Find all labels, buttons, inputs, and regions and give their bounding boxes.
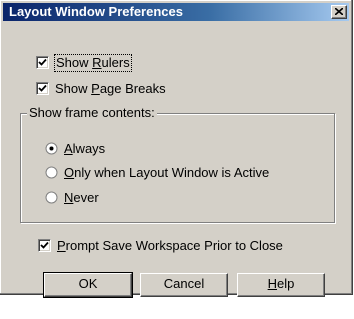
radio-never-label: Never [64, 190, 99, 205]
radio-always-row[interactable]: Always [45, 141, 305, 157]
prompt-save-label: Prompt Save Workspace Prior to Close [57, 238, 283, 253]
close-x-icon [335, 8, 343, 15]
show-rulers-label: Show Rulers [54, 54, 132, 72]
preferences-dialog: Layout Window Preferences Show Rulers Sh… [0, 0, 353, 298]
checkmark-icon [38, 84, 47, 92]
title-bar[interactable]: Layout Window Preferences [3, 3, 349, 21]
show-page-breaks-checkbox[interactable] [36, 82, 49, 95]
radio-only-when-active-row[interactable]: Only when Layout Window is Active [45, 165, 325, 181]
show-rulers-checkbox[interactable] [36, 56, 49, 69]
prompt-save-checkbox-row[interactable]: Prompt Save Workspace Prior to Close [38, 238, 338, 254]
radio-never-row[interactable]: Never [45, 190, 245, 206]
radio-always[interactable] [45, 142, 58, 155]
frame-contents-legend: Show frame contents: [27, 105, 157, 121]
radio-only-when-active[interactable] [45, 166, 58, 179]
show-page-breaks-label: Show Page Breaks [55, 81, 166, 96]
cancel-button[interactable]: Cancel [140, 273, 228, 297]
show-rulers-checkbox-row[interactable]: Show Rulers [36, 54, 236, 72]
checkmark-icon [38, 58, 47, 66]
checkmark-icon [40, 241, 49, 249]
prompt-save-checkbox[interactable] [38, 239, 51, 252]
dialog-title: Layout Window Preferences [9, 4, 183, 19]
radio-dot-icon [49, 146, 54, 151]
radio-always-label: Always [64, 141, 106, 156]
close-button[interactable] [331, 5, 347, 19]
show-page-breaks-checkbox-row[interactable]: Show Page Breaks [36, 81, 236, 97]
radio-never[interactable] [45, 191, 58, 204]
help-button[interactable]: Help [237, 273, 325, 297]
radio-only-when-active-label: Only when Layout Window is Active [64, 165, 270, 180]
ok-button[interactable]: OK [43, 272, 133, 298]
